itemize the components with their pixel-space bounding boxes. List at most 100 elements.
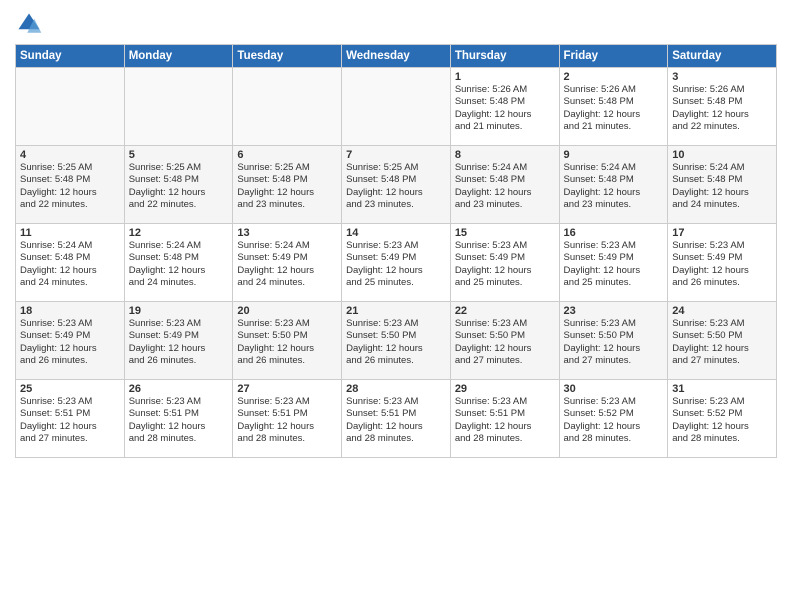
day-number: 23 (564, 305, 664, 317)
header-thursday: Thursday (450, 45, 559, 68)
cell-info: Daylight: 12 hours (237, 421, 337, 433)
calendar-cell: 19Sunrise: 5:23 AMSunset: 5:49 PMDayligh… (124, 302, 233, 380)
cell-info: Sunset: 5:48 PM (129, 174, 229, 186)
calendar-cell: 10Sunrise: 5:24 AMSunset: 5:48 PMDayligh… (668, 146, 777, 224)
cell-info: Daylight: 12 hours (237, 265, 337, 277)
cell-info: Daylight: 12 hours (455, 187, 555, 199)
cell-info: and 28 minutes. (129, 433, 229, 445)
cell-info: Sunset: 5:48 PM (564, 96, 664, 108)
cell-info: Sunrise: 5:23 AM (129, 396, 229, 408)
calendar-cell (16, 68, 125, 146)
cell-info: Daylight: 12 hours (455, 421, 555, 433)
cell-info: Daylight: 12 hours (672, 187, 772, 199)
calendar-cell: 28Sunrise: 5:23 AMSunset: 5:51 PMDayligh… (342, 380, 451, 458)
day-number: 30 (564, 383, 664, 395)
cell-info: and 26 minutes. (672, 277, 772, 289)
calendar-cell (124, 68, 233, 146)
calendar-cell: 11Sunrise: 5:24 AMSunset: 5:48 PMDayligh… (16, 224, 125, 302)
cell-info: and 28 minutes. (346, 433, 446, 445)
calendar-cell: 25Sunrise: 5:23 AMSunset: 5:51 PMDayligh… (16, 380, 125, 458)
cell-info: Sunrise: 5:25 AM (346, 162, 446, 174)
calendar-cell: 12Sunrise: 5:24 AMSunset: 5:48 PMDayligh… (124, 224, 233, 302)
cell-info: and 22 minutes. (20, 199, 120, 211)
cell-info: and 24 minutes. (129, 277, 229, 289)
cell-info: Daylight: 12 hours (564, 265, 664, 277)
cell-info: Daylight: 12 hours (346, 187, 446, 199)
logo-icon (15, 10, 43, 38)
cell-info: Daylight: 12 hours (346, 265, 446, 277)
cell-info: Sunset: 5:51 PM (455, 408, 555, 420)
cell-info: Daylight: 12 hours (564, 187, 664, 199)
cell-info: and 25 minutes. (455, 277, 555, 289)
calendar-row-0: 1Sunrise: 5:26 AMSunset: 5:48 PMDaylight… (16, 68, 777, 146)
day-number: 4 (20, 149, 120, 161)
cell-info: Sunset: 5:51 PM (20, 408, 120, 420)
calendar-cell: 8Sunrise: 5:24 AMSunset: 5:48 PMDaylight… (450, 146, 559, 224)
day-number: 27 (237, 383, 337, 395)
cell-info: and 28 minutes. (455, 433, 555, 445)
cell-info: Sunset: 5:51 PM (346, 408, 446, 420)
cell-info: and 23 minutes. (237, 199, 337, 211)
day-number: 18 (20, 305, 120, 317)
cell-info: Sunrise: 5:23 AM (237, 318, 337, 330)
cell-info: Sunrise: 5:23 AM (346, 318, 446, 330)
calendar-cell: 7Sunrise: 5:25 AMSunset: 5:48 PMDaylight… (342, 146, 451, 224)
cell-info: and 26 minutes. (346, 355, 446, 367)
day-number: 22 (455, 305, 555, 317)
cell-info: Daylight: 12 hours (564, 109, 664, 121)
cell-info: and 27 minutes. (564, 355, 664, 367)
cell-info: Sunrise: 5:23 AM (564, 396, 664, 408)
cell-info: Sunrise: 5:26 AM (672, 84, 772, 96)
day-number: 20 (237, 305, 337, 317)
calendar-cell: 9Sunrise: 5:24 AMSunset: 5:48 PMDaylight… (559, 146, 668, 224)
day-number: 21 (346, 305, 446, 317)
calendar-cell: 14Sunrise: 5:23 AMSunset: 5:49 PMDayligh… (342, 224, 451, 302)
cell-info: Sunrise: 5:24 AM (564, 162, 664, 174)
cell-info: Sunrise: 5:23 AM (455, 318, 555, 330)
day-number: 8 (455, 149, 555, 161)
cell-info: and 24 minutes. (20, 277, 120, 289)
cell-info: Sunrise: 5:23 AM (346, 240, 446, 252)
day-number: 28 (346, 383, 446, 395)
cell-info: and 22 minutes. (672, 121, 772, 133)
cell-info: Daylight: 12 hours (455, 109, 555, 121)
cell-info: Sunset: 5:48 PM (672, 96, 772, 108)
day-number: 11 (20, 227, 120, 239)
cell-info: and 27 minutes. (672, 355, 772, 367)
cell-info: and 27 minutes. (455, 355, 555, 367)
calendar-cell (342, 68, 451, 146)
calendar-row-4: 25Sunrise: 5:23 AMSunset: 5:51 PMDayligh… (16, 380, 777, 458)
cell-info: Sunset: 5:49 PM (237, 252, 337, 264)
day-number: 24 (672, 305, 772, 317)
cell-info: Sunset: 5:51 PM (237, 408, 337, 420)
cell-info: and 28 minutes. (564, 433, 664, 445)
header-monday: Monday (124, 45, 233, 68)
cell-info: Daylight: 12 hours (237, 343, 337, 355)
calendar-cell: 24Sunrise: 5:23 AMSunset: 5:50 PMDayligh… (668, 302, 777, 380)
cell-info: Sunrise: 5:23 AM (20, 396, 120, 408)
cell-info: Sunrise: 5:26 AM (455, 84, 555, 96)
cell-info: Sunset: 5:48 PM (672, 174, 772, 186)
cell-info: Daylight: 12 hours (20, 265, 120, 277)
cell-info: and 23 minutes. (346, 199, 446, 211)
calendar-cell: 27Sunrise: 5:23 AMSunset: 5:51 PMDayligh… (233, 380, 342, 458)
day-number: 15 (455, 227, 555, 239)
cell-info: Sunrise: 5:25 AM (20, 162, 120, 174)
calendar-cell: 29Sunrise: 5:23 AMSunset: 5:51 PMDayligh… (450, 380, 559, 458)
cell-info: Daylight: 12 hours (129, 343, 229, 355)
cell-info: and 27 minutes. (20, 433, 120, 445)
cell-info: Sunset: 5:50 PM (237, 330, 337, 342)
day-number: 7 (346, 149, 446, 161)
cell-info: and 25 minutes. (346, 277, 446, 289)
cell-info: and 25 minutes. (564, 277, 664, 289)
cell-info: Sunrise: 5:24 AM (129, 240, 229, 252)
day-number: 19 (129, 305, 229, 317)
cell-info: Sunset: 5:49 PM (455, 252, 555, 264)
cell-info: Sunset: 5:49 PM (672, 252, 772, 264)
cell-info: Sunset: 5:48 PM (346, 174, 446, 186)
cell-info: and 26 minutes. (237, 355, 337, 367)
cell-info: Sunrise: 5:23 AM (346, 396, 446, 408)
cell-info: Daylight: 12 hours (237, 187, 337, 199)
logo (15, 10, 47, 38)
cell-info: Sunset: 5:48 PM (20, 174, 120, 186)
